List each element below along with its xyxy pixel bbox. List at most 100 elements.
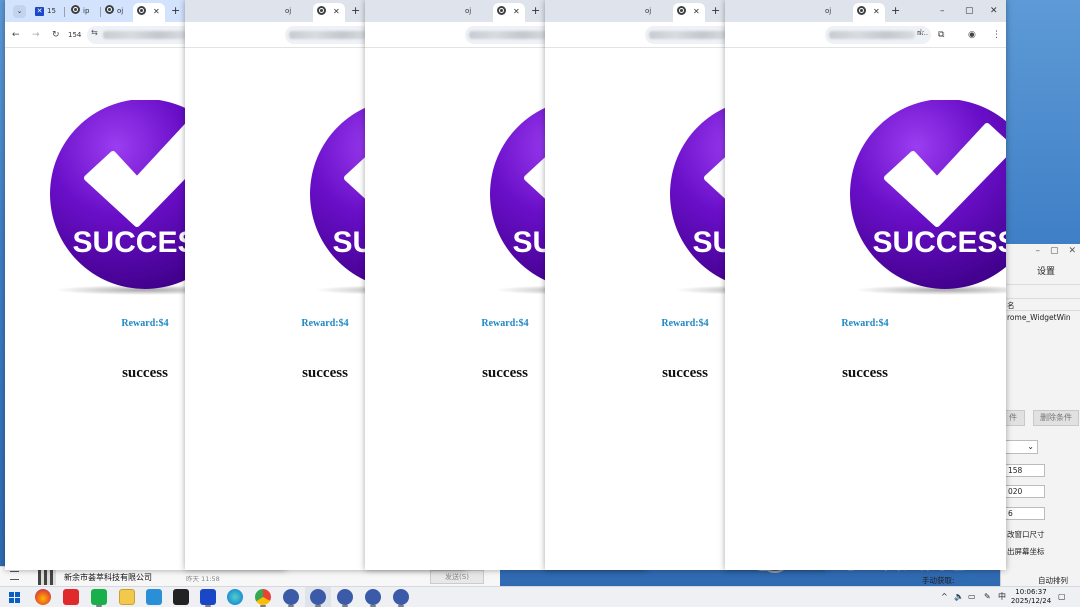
browser-tab[interactable]: ✕	[313, 3, 345, 22]
blurred-url	[829, 31, 915, 39]
value-field-2[interactable]: 020	[1005, 485, 1045, 498]
browser-window: oj ✕ + – ▢ ✕ n... ☆ ⧉ ◉ ⋮ SUCCESS Reward:$4 s	[725, 0, 1006, 570]
notification-icon[interactable]: ▢	[1058, 591, 1066, 603]
maximize-icon[interactable]: ▢	[1050, 244, 1059, 258]
windows-start-icon[interactable]	[9, 592, 20, 603]
chevron-up-icon[interactable]: ^	[941, 591, 948, 603]
clock[interactable]: 10:06:37 2025/12/24	[1008, 588, 1054, 606]
avatar	[38, 570, 56, 585]
close-tab-icon[interactable]: ✕	[513, 7, 520, 16]
store-icon[interactable]	[146, 589, 162, 605]
crosshair-icon[interactable]	[960, 570, 978, 586]
wps-icon[interactable]	[63, 589, 79, 605]
blurred-url	[469, 31, 549, 39]
divider	[1001, 284, 1080, 285]
chrome-icon[interactable]	[255, 589, 271, 607]
close-tab-icon[interactable]: ✕	[873, 7, 880, 16]
browser-tab[interactable]: ip	[67, 3, 99, 22]
browser-tab[interactable]: oj	[645, 3, 671, 22]
tab-title: oj	[285, 7, 292, 15]
app-icon[interactable]	[173, 589, 189, 605]
maximize-icon[interactable]: ▢	[965, 4, 974, 18]
new-tab-button[interactable]: +	[531, 4, 540, 18]
clock-time: 10:06:37	[1015, 588, 1047, 596]
network-icon[interactable]: ▭	[968, 591, 976, 603]
manual-get-label: 手动获取:	[922, 576, 955, 585]
message-time: 昨天 11:58	[186, 575, 220, 583]
blurred-url	[649, 31, 729, 39]
value-field-1[interactable]: 158	[1005, 464, 1045, 477]
condition-select[interactable]: ⌄	[1005, 440, 1038, 454]
browser-tab[interactable]: oj	[825, 3, 851, 22]
pen-icon[interactable]: ✎	[984, 591, 991, 603]
browser-tab[interactable]: oj	[465, 3, 491, 22]
tab-title: oj	[825, 7, 832, 15]
back-icon[interactable]: ←	[12, 28, 20, 42]
browser-toolbar: n... ☆ ⧉ ◉ ⋮	[725, 22, 1006, 48]
chevron-down-icon: ⌄	[1027, 442, 1034, 451]
minimize-icon[interactable]: –	[940, 4, 945, 18]
bookmark-star-icon[interactable]: ☆	[917, 28, 925, 38]
close-tab-icon[interactable]: ✕	[333, 7, 340, 16]
extensions-icon[interactable]: ⧉	[938, 28, 944, 42]
close-tab-icon[interactable]: ✕	[153, 7, 160, 16]
x-app-icon[interactable]	[200, 589, 216, 607]
toolbar-number: 154	[68, 31, 82, 39]
close-icon[interactable]: ✕	[1068, 244, 1076, 258]
browser-profile-icon[interactable]	[393, 589, 409, 607]
tab-title: 15	[47, 7, 56, 15]
browser-tab[interactable]: ✕	[133, 3, 165, 22]
globe-icon	[497, 6, 506, 15]
site-info-icon[interactable]: ⇆	[91, 28, 98, 37]
close-tab-icon[interactable]: ✕	[693, 7, 700, 16]
resize-window-option[interactable]: 改窗口尺寸	[1007, 529, 1045, 540]
blurred-url	[103, 31, 187, 39]
auto-arrange-button[interactable]: 自动排列	[1038, 575, 1068, 586]
tab-strip: oj ✕ + – ▢ ✕	[725, 0, 1006, 22]
tab-title: ip	[83, 7, 90, 15]
wechat-icon[interactable]	[91, 589, 107, 607]
globe-icon	[677, 6, 686, 15]
profile-icon[interactable]: ◉	[968, 28, 976, 42]
forward-icon[interactable]: →	[32, 28, 40, 42]
settings-title: 设置	[1037, 267, 1056, 277]
browser-profile-icon[interactable]	[310, 589, 326, 607]
browser-profile-icon[interactable]	[365, 589, 381, 607]
new-tab-button[interactable]: +	[351, 4, 360, 18]
success-status: success	[842, 365, 888, 381]
browser-tab[interactable]: ✕	[673, 3, 705, 22]
ime-indicator[interactable]: 中	[998, 591, 1006, 603]
company-name: 新余市荟萃科技有限公司	[64, 573, 152, 582]
address-bar[interactable]: n... ☆	[825, 26, 931, 44]
browser-tab[interactable]: ✕	[493, 3, 525, 22]
new-tab-button[interactable]: +	[171, 4, 180, 18]
browser-profile-icon[interactable]	[283, 589, 299, 607]
send-button[interactable]: 发送(S)	[430, 570, 484, 584]
firefox-icon[interactable]	[35, 589, 51, 605]
browser-profile-icon[interactable]	[337, 589, 353, 607]
new-tab-button[interactable]: +	[891, 4, 900, 18]
x-app-icon: ✕	[35, 7, 44, 16]
minimize-icon[interactable]: –	[1035, 244, 1040, 258]
menu-icon[interactable]	[10, 571, 19, 580]
browser-tab[interactable]: ✕ 15	[31, 3, 63, 22]
badge-text: SUCCESS	[872, 226, 1006, 259]
browser-tab[interactable]: ✕	[853, 3, 885, 22]
close-window-icon[interactable]: ✕	[990, 4, 998, 18]
tab-search-icon[interactable]: ⌄	[13, 5, 26, 18]
reload-icon[interactable]: ↻	[52, 28, 60, 42]
volume-icon[interactable]: 🔈	[954, 591, 964, 603]
edge-icon[interactable]	[227, 589, 243, 605]
kebab-menu-icon[interactable]: ⋮	[992, 28, 1001, 42]
browser-tab[interactable]: oj	[285, 3, 311, 22]
settings-window-controls: – ▢ ✕	[1000, 244, 1080, 258]
browser-tab[interactable]: oj	[101, 3, 133, 22]
globe-icon	[317, 6, 326, 15]
globe-icon	[71, 5, 80, 14]
page-content: SUCCESS Reward:$4 success	[725, 48, 1006, 570]
file-explorer-icon[interactable]	[119, 589, 135, 605]
delete-condition-button[interactable]: 删除条件	[1033, 410, 1079, 426]
value-field-3[interactable]: 6	[1005, 507, 1045, 520]
tab-title: oj	[117, 7, 124, 15]
new-tab-button[interactable]: +	[711, 4, 720, 18]
